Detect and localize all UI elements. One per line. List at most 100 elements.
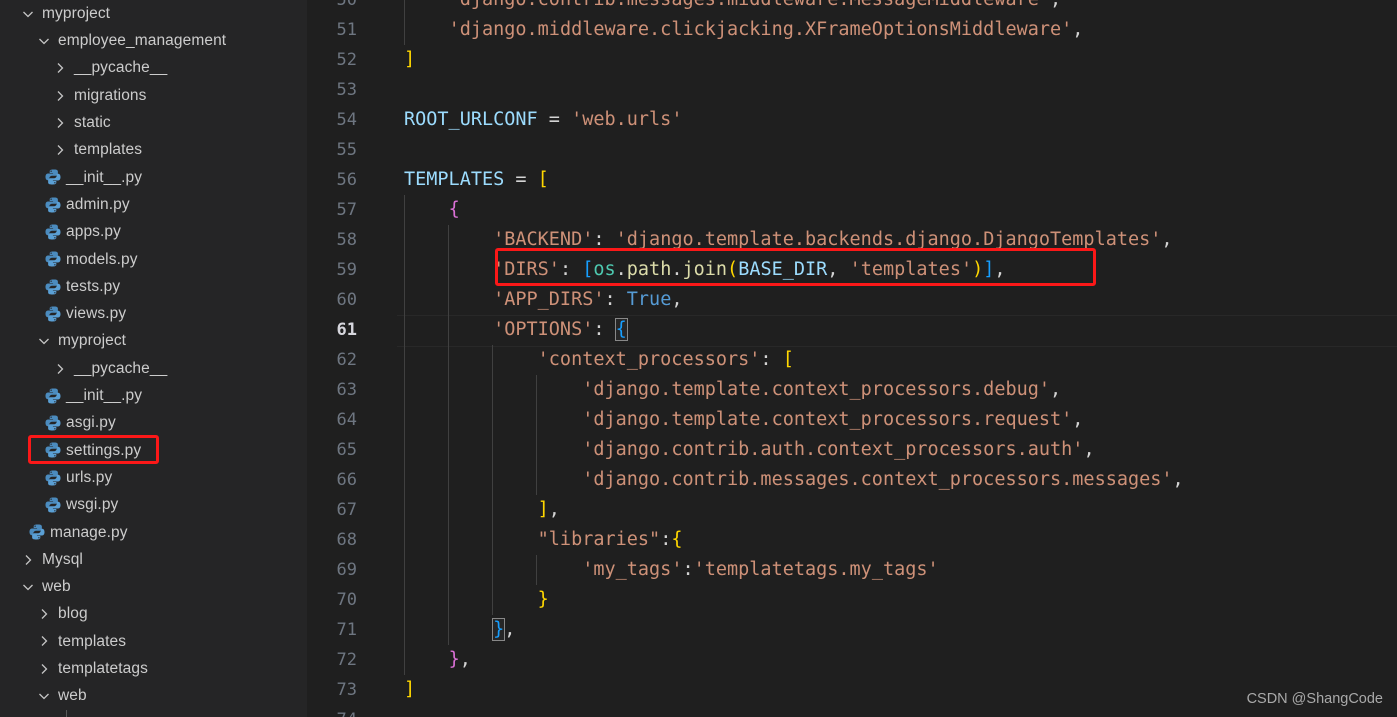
- code-line[interactable]: 72 },: [307, 645, 1397, 675]
- tree-item-folder[interactable]: templates: [0, 136, 307, 163]
- tree-item-file[interactable]: manage.py: [0, 519, 307, 546]
- line-number: 61: [336, 320, 357, 340]
- tree-item-file[interactable]: models.py: [0, 246, 307, 273]
- python-file-icon: [44, 496, 62, 514]
- chevron-down-icon[interactable]: [20, 6, 36, 22]
- tree-item-folder[interactable]: myproject: [0, 328, 307, 355]
- code-line[interactable]: 73 ]: [307, 675, 1397, 705]
- line-number: 63: [336, 380, 357, 400]
- code-line[interactable]: 74: [307, 705, 1397, 717]
- python-file-icon: [44, 414, 62, 432]
- code-line[interactable]: 58 'BACKEND': 'django.template.backends.…: [307, 225, 1397, 255]
- chevron-right-icon[interactable]: [36, 606, 52, 622]
- code-line[interactable]: 68 "libraries":{: [307, 525, 1397, 555]
- code-line[interactable]: 64 'django.template.context_processors.r…: [307, 405, 1397, 435]
- tree-item-label: __init__.py: [66, 168, 143, 186]
- tree-item-folder[interactable]: __pycache__: [0, 355, 307, 382]
- chevron-right-icon[interactable]: [52, 361, 68, 377]
- tree-item-file[interactable]: apps.py: [0, 218, 307, 245]
- python-file-icon: [44, 250, 62, 268]
- tree-item-file[interactable]: urls.py: [0, 464, 307, 491]
- chevron-right-icon[interactable]: [52, 60, 68, 76]
- chevron-right-icon[interactable]: [52, 88, 68, 104]
- line-text: 'OPTIONS': {: [379, 315, 628, 345]
- line-text: 'BACKEND': 'django.template.backends.dja…: [379, 225, 1173, 255]
- tree-item-label: employee_management: [58, 32, 227, 50]
- code-editor[interactable]: 50 'django.contrib.messages.middleware.M…: [307, 0, 1397, 717]
- line-text: 'django.contrib.messages.context_process…: [379, 465, 1184, 495]
- tree-item-file[interactable]: views.py: [0, 300, 307, 327]
- tree-item-file-settings[interactable]: settings.py: [0, 437, 307, 464]
- line-text: 'django.contrib.auth.context_processors.…: [379, 435, 1095, 465]
- tree-item-folder[interactable]: __pycache__: [0, 55, 307, 82]
- code-line[interactable]: 54 ROOT_URLCONF = 'web.urls': [307, 105, 1397, 135]
- tree-item-file[interactable]: admin.py: [0, 191, 307, 218]
- code-line[interactable]: 63 'django.template.context_processors.d…: [307, 375, 1397, 405]
- code-line[interactable]: 55: [307, 135, 1397, 165]
- code-line[interactable]: 60 'APP_DIRS': True,: [307, 285, 1397, 315]
- line-text: 'django.contrib.messages.middleware.Mess…: [379, 0, 1061, 15]
- code-line[interactable]: 57 {: [307, 195, 1397, 225]
- code-line[interactable]: 71 },: [307, 615, 1397, 645]
- code-line[interactable]: 53: [307, 75, 1397, 105]
- tree-item-label: __pycache__: [74, 359, 168, 377]
- tree-item-file[interactable]: wsgi.py: [0, 491, 307, 518]
- line-number: 70: [336, 590, 357, 610]
- chevron-right-icon[interactable]: [36, 661, 52, 677]
- line-number: 62: [336, 350, 357, 370]
- chevron-right-icon[interactable]: [20, 552, 36, 568]
- code-line[interactable]: 66 'django.contrib.messages.context_proc…: [307, 465, 1397, 495]
- tree-item-label: templates: [58, 632, 127, 650]
- code-line[interactable]: 67 ],: [307, 495, 1397, 525]
- code-line[interactable]: 56 TEMPLATES = [: [307, 165, 1397, 195]
- tree-item-folder[interactable]: migrations: [0, 82, 307, 109]
- line-text: ]: [404, 49, 416, 70]
- chevron-down-icon[interactable]: [36, 688, 52, 704]
- tree-item-file[interactable]: tests.py: [0, 273, 307, 300]
- tree-item-label: manage.py: [50, 523, 128, 541]
- line-number: 64: [336, 410, 357, 430]
- line-number: 57: [336, 200, 357, 220]
- code-line-dirs[interactable]: 59 'DIRS': [os.path.join(BASE_DIR, 'temp…: [307, 255, 1397, 285]
- tree-item-label: __init__.py: [66, 387, 143, 405]
- tree-item-folder[interactable]: Mysql: [0, 546, 307, 573]
- tree-item-folder[interactable]: web: [0, 573, 307, 600]
- line-number: 52: [336, 50, 357, 70]
- line-number: 53: [336, 80, 357, 100]
- chevron-right-icon[interactable]: [52, 142, 68, 158]
- code-line[interactable]: 65 'django.contrib.auth.context_processo…: [307, 435, 1397, 465]
- tree-item-folder[interactable]: web: [0, 682, 307, 709]
- line-text: }: [379, 585, 549, 615]
- chevron-right-icon[interactable]: [36, 633, 52, 649]
- tree-item-label: templatetags: [58, 660, 148, 678]
- code-line[interactable]: 62 'context_processors': [: [307, 345, 1397, 375]
- code-line[interactable]: 69 'my_tags':'templatetags.my_tags': [307, 555, 1397, 585]
- tree-item-folder[interactable]: blog: [0, 601, 307, 628]
- code-line-active[interactable]: 61 'OPTIONS': {: [307, 315, 1397, 347]
- tree-item-folder[interactable]: templatetags: [0, 655, 307, 682]
- line-number: 54: [336, 110, 357, 130]
- tree-item-folder[interactable]: employee_management: [0, 27, 307, 54]
- tree-item-file[interactable]: __init__.py: [0, 164, 307, 191]
- tree-item-folder[interactable]: static: [0, 109, 307, 136]
- tree-item-file[interactable]: asgi.py: [0, 409, 307, 436]
- file-explorer-tree[interactable]: myproject employee_management __pycache_…: [0, 0, 307, 717]
- tree-item-folder[interactable]: templates: [0, 628, 307, 655]
- code-line[interactable]: 70 }: [307, 585, 1397, 615]
- code-line[interactable]: 50 'django.contrib.messages.middleware.M…: [307, 0, 1397, 15]
- line-number: 55: [336, 140, 357, 160]
- code-line[interactable]: 52 ]: [307, 45, 1397, 75]
- code-line[interactable]: 51 'django.middleware.clickjacking.XFram…: [307, 15, 1397, 45]
- line-text: },: [379, 645, 471, 675]
- chevron-down-icon[interactable]: [20, 579, 36, 595]
- chevron-down-icon[interactable]: [36, 33, 52, 49]
- tree-item-label: myproject: [58, 332, 127, 350]
- chevron-down-icon[interactable]: [36, 333, 52, 349]
- chevron-right-icon[interactable]: [52, 115, 68, 131]
- tree-item-file[interactable]: __init__.py: [0, 382, 307, 409]
- tree-item-label: admin.py: [66, 195, 130, 213]
- tree-item-folder[interactable]: myproject: [0, 0, 307, 27]
- line-text: 'context_processors': [: [379, 345, 794, 375]
- tree-item-label: __pycache__: [74, 59, 168, 77]
- tree-item-label: tests.py: [66, 277, 121, 295]
